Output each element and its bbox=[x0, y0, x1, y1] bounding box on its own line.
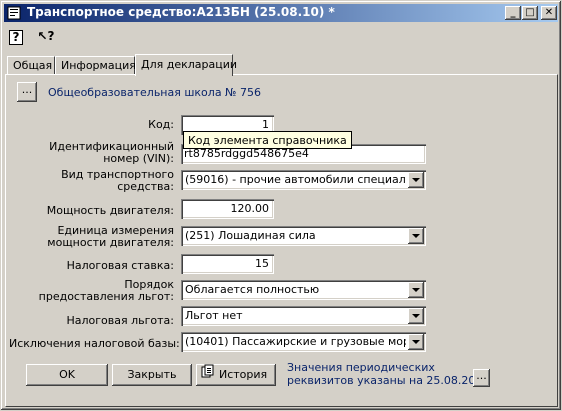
tax-benefit-value: Льгот нет bbox=[185, 309, 243, 322]
chevron-down-icon[interactable] bbox=[408, 334, 424, 350]
minimize-icon: _ bbox=[510, 7, 516, 18]
tab-information[interactable]: Информация bbox=[55, 56, 136, 75]
title-bar[interactable]: Транспортное средство:А213БН (25.08.10) … bbox=[4, 4, 558, 22]
vehicle-type-select[interactable]: (59016) - прочие автомобили специальные bbox=[181, 170, 426, 190]
power-unit-label-line2: мощности двигателя: bbox=[47, 236, 174, 249]
maximize-icon: □ bbox=[525, 7, 535, 18]
organization-select-button[interactable]: ... bbox=[17, 82, 37, 102]
benefit-order-select[interactable]: Облагается полностью bbox=[181, 280, 426, 300]
ellipsis-label: ... bbox=[476, 369, 487, 382]
code-label: Код: bbox=[148, 118, 174, 131]
tax-benefit-select[interactable]: Льгот нет bbox=[181, 306, 426, 326]
engine-power-label: Мощность двигателя: bbox=[46, 204, 174, 217]
history-icon bbox=[201, 364, 215, 386]
tax-rate-field[interactable]: 15 bbox=[181, 254, 274, 274]
tab-general[interactable]: Общая bbox=[7, 56, 55, 75]
tax-base-exclusion-value: (10401) Пассажирские и грузовые морские bbox=[185, 335, 406, 348]
periodic-info-line2: реквизитов указаны на 25.08.2010 bbox=[287, 374, 490, 387]
minimize-button[interactable]: _ bbox=[505, 6, 521, 20]
vehicle-type-label-line2: средства: bbox=[117, 180, 174, 193]
tax-base-exclusion-select[interactable]: (10401) Пассажирские и грузовые морские bbox=[181, 332, 426, 352]
periodic-details-button[interactable]: ... bbox=[473, 369, 490, 387]
code-tooltip: Код элемента справочника bbox=[183, 131, 352, 149]
tax-rate-label: Налоговая ставка: bbox=[66, 259, 174, 272]
ok-label: OK bbox=[59, 368, 75, 381]
vin-label-line2: номер (VIN): bbox=[103, 152, 174, 165]
benefit-order-value: Облагается полностью bbox=[185, 283, 320, 296]
tab-label: Общая bbox=[13, 59, 53, 72]
close-form-label: Закрыть bbox=[127, 368, 177, 381]
tax-benefit-label: Налоговая льгота: bbox=[66, 314, 175, 327]
whats-this-pointer-icon[interactable]: ↖? bbox=[35, 28, 57, 46]
power-unit-value: (251) Лошадиная сила bbox=[185, 229, 316, 242]
chevron-down-icon[interactable] bbox=[408, 172, 424, 188]
close-button[interactable]: ✕ bbox=[541, 6, 557, 20]
organization-name[interactable]: Общеобразовательная школа № 756 bbox=[48, 86, 261, 99]
power-unit-select[interactable]: (251) Лошадиная сила bbox=[181, 226, 426, 246]
document-window: Транспортное средство:А213БН (25.08.10) … bbox=[0, 0, 562, 411]
chevron-down-icon[interactable] bbox=[408, 282, 424, 298]
tax-base-exclusion-label: Исключения налоговой базы: bbox=[9, 337, 180, 350]
ellipsis-label: ... bbox=[21, 83, 33, 96]
engine-power-field[interactable]: 120.00 bbox=[181, 199, 274, 219]
close-form-button[interactable]: Закрыть bbox=[112, 364, 192, 386]
help-icon[interactable]: ? bbox=[9, 30, 23, 45]
tab-declaration[interactable]: Для декларации bbox=[135, 54, 237, 76]
history-label: История bbox=[219, 368, 268, 381]
periodic-info-line1: Значения периодических bbox=[287, 361, 435, 374]
vehicle-document-icon bbox=[7, 6, 23, 20]
maximize-button[interactable]: □ bbox=[522, 6, 538, 20]
chevron-down-icon[interactable] bbox=[408, 228, 424, 244]
ok-button[interactable]: OK bbox=[26, 364, 108, 386]
vehicle-type-value: (59016) - прочие автомобили специальные bbox=[185, 173, 406, 186]
tab-label: Информация bbox=[61, 59, 136, 72]
window-title: Транспортное средство:А213БН (25.08.10) … bbox=[27, 5, 335, 19]
benefit-order-label-line2: предоставления льгот: bbox=[38, 290, 174, 303]
history-button[interactable]: История bbox=[196, 364, 276, 386]
tab-label: Для декларации bbox=[141, 58, 238, 71]
chevron-down-icon[interactable] bbox=[408, 308, 424, 324]
close-icon: ✕ bbox=[544, 7, 554, 18]
